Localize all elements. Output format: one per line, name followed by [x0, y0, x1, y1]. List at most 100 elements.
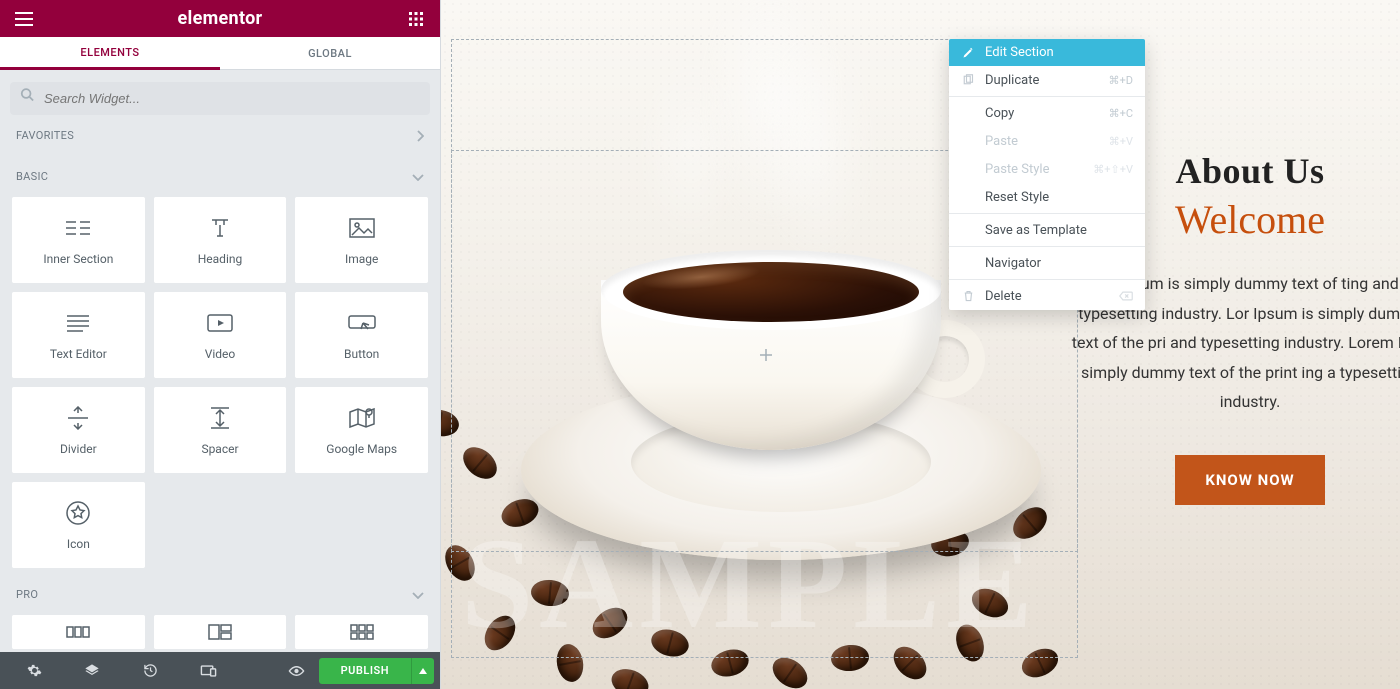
widget-label: Button — [344, 347, 379, 361]
settings-button[interactable] — [6, 652, 62, 689]
ctx-label: Edit Section — [985, 45, 1133, 60]
widget-pro-item[interactable] — [154, 615, 287, 649]
widget-pro-item[interactable] — [295, 615, 428, 649]
chevron-down-icon — [412, 173, 424, 181]
widget-label: Heading — [198, 252, 243, 266]
widget-label: Google Maps — [326, 442, 397, 456]
widget-text-editor[interactable]: Text Editor — [12, 292, 145, 378]
widget-heading[interactable]: Heading — [154, 197, 287, 283]
widget-label: Video — [205, 347, 236, 361]
canvas[interactable]: SAMPLE About Us Welcome m Ipsum is simpl… — [441, 0, 1400, 689]
widget-label: Icon — [67, 537, 90, 551]
ctx-label: Paste — [985, 134, 1099, 149]
history-icon — [143, 663, 158, 678]
category-label: PRO — [16, 588, 38, 601]
copy-icon — [961, 74, 975, 86]
search-input[interactable] — [10, 82, 430, 115]
ctx-shortcut: ⌘+⇧+V — [1093, 163, 1133, 176]
tab-elements[interactable]: ELEMENTS — [0, 37, 220, 70]
ctx-reset-style[interactable]: Reset Style — [949, 183, 1145, 211]
gallery-icon — [207, 623, 233, 641]
ctx-copy[interactable]: Copy ⌘+C — [949, 99, 1145, 127]
context-menu: Edit Section Duplicate ⌘+D Copy ⌘+C Past… — [949, 39, 1145, 310]
ctx-label: Delete — [985, 289, 1109, 304]
widget-image[interactable]: Image — [295, 197, 428, 283]
publish-options-button[interactable] — [412, 658, 434, 684]
ctx-separator — [949, 96, 1145, 97]
widget-label: Spacer — [201, 442, 238, 456]
ctx-shortcut: ⌘+V — [1109, 135, 1133, 148]
widget-spacer[interactable]: Spacer — [154, 387, 287, 473]
widget-google-maps[interactable]: Google Maps — [295, 387, 428, 473]
search-icon — [20, 87, 34, 101]
history-button[interactable] — [122, 652, 178, 689]
ctx-label: Save as Template — [985, 223, 1133, 238]
star-circle-icon — [65, 499, 91, 527]
publish-group: PUBLISH — [319, 658, 434, 684]
divider-icon — [66, 404, 90, 432]
steam — [641, 60, 741, 240]
grid-icon — [349, 623, 375, 641]
widget-divider[interactable]: Divider — [12, 387, 145, 473]
sidebar-tabs: ELEMENTS GLOBAL — [0, 37, 440, 70]
sidebar-footer: PUBLISH — [0, 652, 440, 689]
widget-label: Text Editor — [50, 347, 107, 361]
menu-icon — [15, 12, 33, 26]
widget-icon[interactable]: Icon — [12, 482, 145, 568]
posts-icon — [65, 623, 91, 641]
tab-global[interactable]: GLOBAL — [220, 37, 440, 70]
widget-button[interactable]: Button — [295, 292, 428, 378]
sidebar: elementor ELEMENTS GLOBAL FAVORITES BASI… — [0, 0, 441, 689]
ctx-paste: Paste ⌘+V — [949, 127, 1145, 155]
category-pro[interactable]: PRO — [10, 574, 430, 615]
ctx-paste-style: Paste Style ⌘+⇧+V — [949, 155, 1145, 183]
sidebar-header: elementor — [0, 0, 440, 37]
google-maps-icon — [348, 404, 376, 432]
ctx-separator — [949, 246, 1145, 247]
ctx-label: Paste Style — [985, 162, 1083, 177]
know-now-button[interactable]: KNOW NOW — [1175, 455, 1324, 505]
publish-button[interactable]: PUBLISH — [319, 658, 412, 684]
ctx-shortcut: ⌘+D — [1109, 74, 1133, 87]
chevron-down-icon — [412, 591, 424, 599]
ctx-navigator[interactable]: Navigator — [949, 249, 1145, 277]
widget-inner-section[interactable]: Inner Section — [12, 197, 145, 283]
delete-key-icon — [1119, 291, 1133, 301]
apps-grid-icon — [409, 12, 423, 26]
caret-up-icon — [419, 668, 427, 674]
menu-button[interactable] — [4, 0, 44, 37]
category-label: BASIC — [16, 170, 48, 183]
ctx-label: Reset Style — [985, 190, 1133, 205]
add-element-button[interactable] — [755, 344, 777, 366]
responsive-icon — [200, 664, 217, 678]
button-icon — [347, 309, 377, 337]
heading-icon — [208, 214, 232, 242]
layers-icon — [84, 663, 100, 679]
pro-widgets-grid — [10, 615, 430, 649]
category-favorites[interactable]: FAVORITES — [10, 115, 430, 156]
apps-button[interactable] — [396, 0, 436, 37]
ctx-shortcut: ⌘+C — [1109, 107, 1133, 120]
ctx-save-as-template[interactable]: Save as Template — [949, 216, 1145, 244]
steam — [761, 30, 871, 260]
brand-title: elementor — [44, 8, 396, 29]
widget-pro-item[interactable] — [12, 615, 145, 649]
eye-icon — [288, 665, 305, 677]
trash-icon — [961, 290, 975, 302]
image-icon — [348, 214, 376, 242]
widget-label: Divider — [60, 442, 97, 456]
responsive-button[interactable] — [180, 652, 236, 689]
pencil-icon — [961, 47, 975, 59]
ctx-delete[interactable]: Delete — [949, 282, 1145, 310]
ctx-label: Copy — [985, 106, 1099, 121]
ctx-edit-section[interactable]: Edit Section — [949, 39, 1145, 66]
basic-widgets-grid: Inner Section Heading Image — [10, 197, 430, 568]
ctx-duplicate[interactable]: Duplicate ⌘+D — [949, 66, 1145, 94]
navigator-button[interactable] — [64, 652, 120, 689]
chevron-right-icon — [416, 130, 424, 142]
preview-button[interactable] — [277, 652, 317, 689]
ctx-label: Navigator — [985, 256, 1133, 271]
widget-video[interactable]: Video — [154, 292, 287, 378]
plus-icon — [759, 348, 773, 362]
category-basic[interactable]: BASIC — [10, 156, 430, 197]
